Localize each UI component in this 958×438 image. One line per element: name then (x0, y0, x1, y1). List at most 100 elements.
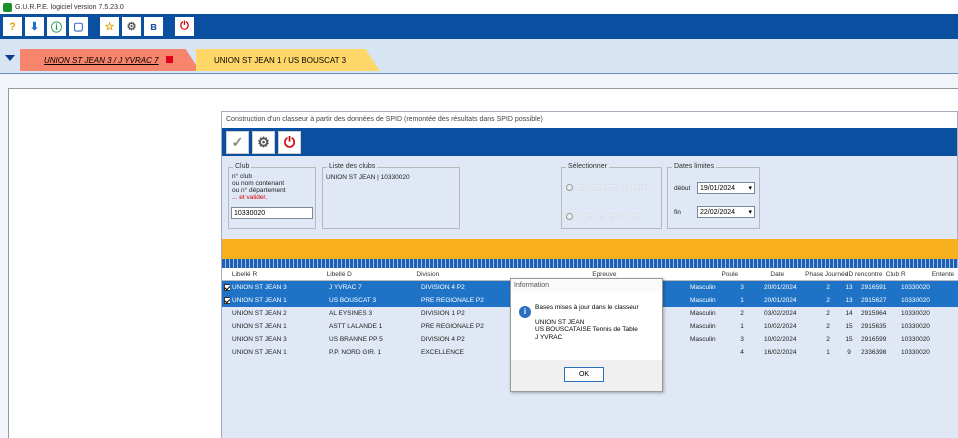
cell-lr: UNION ST JEAN 3 (232, 284, 287, 291)
validate-button[interactable]: ✓ (226, 130, 249, 154)
cell-ld: AL EYSINES 3 (329, 310, 373, 317)
cell-poule: 3 (740, 284, 744, 291)
cell-phase: 2 (826, 323, 830, 330)
row-checkbox[interactable] (222, 307, 230, 320)
end-date-picker[interactable]: 22/02/2024 ▾ (697, 206, 755, 218)
info-message: Bases mises à jour dans le classeur UNIO… (535, 304, 639, 341)
settings-button[interactable]: ⚙ (252, 130, 275, 154)
cell-club: 10330020 (901, 323, 930, 330)
download-icon[interactable]: ⬇ (25, 17, 44, 36)
cell-id: 2916599 (861, 336, 887, 343)
club-hint-1: n° club (232, 173, 252, 180)
header-phase[interactable]: Phase (803, 268, 823, 280)
end-date-label: fin (674, 209, 681, 216)
row-checkbox[interactable] (222, 333, 230, 346)
cell-id: 2916591 (861, 284, 887, 291)
group-title: Liste des clubs (327, 163, 378, 170)
header-poule[interactable]: Poule (708, 268, 749, 280)
cell-club: 10330020 (901, 297, 930, 304)
cell-phase: 2 (826, 310, 830, 317)
ok-button[interactable]: OK (564, 367, 604, 382)
tab-match-1[interactable]: UNION ST JEAN 3 / J YVRAC 7 (20, 49, 200, 71)
cell-poule: 3 (740, 336, 744, 343)
tab-label: UNION ST JEAN 3 / J YVRAC 7 (44, 55, 159, 65)
row-checkbox-checked[interactable] (222, 281, 230, 294)
information-dialog: Information i Bases mises à jour dans le… (510, 278, 663, 392)
club-input[interactable]: 10330020 (231, 207, 313, 219)
info-line-4: J YVRAC (535, 333, 563, 341)
cell-sex: Masculin (690, 323, 716, 330)
radio-home-matches[interactable]: les rencontres à domicile (566, 184, 653, 191)
tab-match-2[interactable]: UNION ST JEAN 1 / US BOUSCAT 3 (196, 49, 380, 71)
header-date[interactable]: Date (749, 268, 803, 280)
cell-date: 20/01/2024 (764, 297, 797, 304)
info-line-3: US BOUSCATAISE Tennis de Table (535, 326, 638, 333)
group-title: Dates limites (672, 163, 717, 170)
cell-jour: 13 (845, 297, 853, 304)
radio-label: toutes les rencontres (576, 213, 641, 220)
radio-label: les rencontres à domicile (576, 184, 654, 191)
row-checkbox[interactable] (222, 346, 230, 359)
power-icon[interactable]: ⏻ (175, 17, 194, 36)
row-checkbox-checked[interactable] (222, 294, 230, 307)
cell-poule: 2 (740, 310, 744, 317)
club-group: Club n° club ou nom contenant ou n° dépa… (228, 163, 316, 229)
group-title: Club (233, 163, 252, 170)
cell-ld: US BRANNE PP 5 (329, 336, 383, 343)
cell-id: 2336398 (861, 349, 887, 356)
settings-icon[interactable]: ⚙ (122, 17, 141, 36)
cell-id: 2915964 (861, 310, 887, 317)
app-icon (3, 2, 12, 12)
cell-phase: 2 (826, 284, 830, 291)
header-libelle-r[interactable]: Libellé R (230, 268, 325, 280)
cell-date: 10/02/2024 (764, 336, 797, 343)
cell-sex: Masculin (690, 336, 716, 343)
cell-lr: UNION ST JEAN 1 (232, 349, 287, 356)
select-group: Sélectionner les rencontres à domicile t… (561, 163, 662, 229)
dialog-title: Construction d'un classeur à partir des … (222, 112, 957, 128)
cell-phase: 2 (826, 336, 830, 343)
tab-label: UNION ST JEAN 1 / US BOUSCAT 3 (214, 55, 347, 65)
header-club-r[interactable]: Club R (884, 268, 930, 280)
open-icon[interactable]: ▢ (69, 17, 88, 36)
cell-phase: 1 (826, 349, 830, 356)
cell-sex: Masculin (690, 284, 716, 291)
cell-ld: P.P. NORD GIR. 1 (329, 349, 382, 356)
dialog-toolbar: ✓ ⚙ ⏻ (222, 128, 957, 156)
header-libelle-d[interactable]: Libellé D (325, 268, 415, 280)
cell-lr: UNION ST JEAN 3 (232, 336, 287, 343)
chevron-down-icon[interactable] (5, 55, 15, 61)
cell-sex (688, 346, 720, 359)
header-id-rencontre[interactable]: ID rencontre (845, 268, 884, 280)
radio-all-matches[interactable]: toutes les rencontres (566, 213, 641, 220)
cell-poule: 1 (740, 297, 744, 304)
cell-club: 10330020 (901, 349, 930, 356)
club-hint-4: ... et valider. (232, 194, 268, 201)
header-journee[interactable]: Journée (823, 268, 849, 280)
bluetooth-icon[interactable]: ʙ (144, 17, 163, 36)
close-button[interactable]: ⏻ (278, 130, 301, 154)
cell-ld: J YVRAC 7 (329, 284, 362, 291)
close-tab-icon[interactable] (166, 56, 173, 63)
title-bar: G.U.R.P.E. logiciel version 7.5.23.0 (0, 0, 958, 14)
start-date-picker[interactable]: 19/01/2024 ▾ (697, 182, 755, 194)
cell-sex: Masculin (690, 297, 716, 304)
info-line-1: Bases mises à jour dans le classeur (535, 304, 639, 311)
club-list-item[interactable]: UNION ST JEAN | 10330020 (326, 174, 410, 181)
main-toolbar: ? ⬇ ⓘ ▢ ☆ ⚙ ʙ ⏻ (0, 14, 958, 39)
row-checkbox[interactable] (222, 320, 230, 333)
cell-ld: ASTT LALANDE 1 (329, 323, 383, 330)
header-entente[interactable]: Entente (930, 268, 958, 280)
help-icon[interactable]: ? (3, 17, 22, 36)
cell-phase: 2 (826, 297, 830, 304)
cell-date: 16/02/2024 (764, 349, 797, 356)
cell-lr: UNION ST JEAN 2 (232, 310, 287, 317)
info-icon: i (519, 306, 531, 318)
star-icon[interactable]: ☆ (100, 17, 119, 36)
window-title: G.U.R.P.E. logiciel version 7.5.23.0 (15, 3, 124, 11)
cell-sex: Masculin (690, 310, 716, 317)
dropdown-arrow-icon: ▾ (748, 185, 752, 192)
cell-jour: 9 (847, 349, 851, 356)
info-dialog-body: i Bases mises à jour dans le classeur UN… (511, 292, 662, 360)
info-icon[interactable]: ⓘ (47, 17, 66, 36)
